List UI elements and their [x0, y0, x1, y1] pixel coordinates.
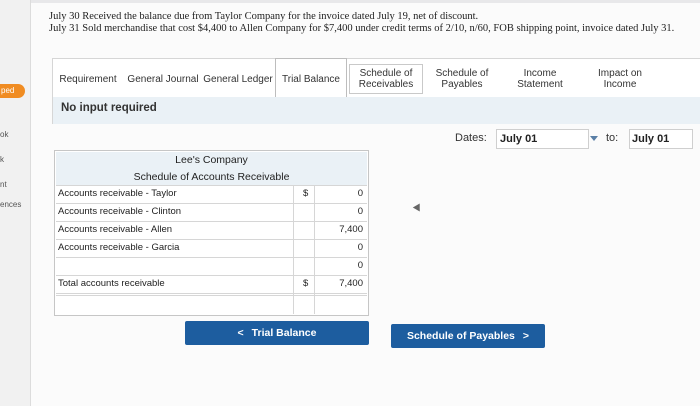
tab-requirement-label: Requirement — [59, 73, 117, 85]
tab-general-ledger[interactable]: General Ledger — [203, 59, 273, 99]
tab-general-ledger-label: General Ledger — [203, 73, 273, 85]
table-row: Accounts receivable - Allen 7,400 — [56, 222, 367, 239]
date-to-value: July 01 — [632, 133, 670, 145]
next-schedule-of-payables-button[interactable]: Schedule of Payables > — [391, 324, 545, 348]
tab-general-journal-label: General Journal — [127, 73, 199, 85]
tab-schedule-of-payables-label: Schedule of Payables — [435, 68, 489, 90]
dates-to-label: to: — [606, 132, 619, 144]
sidebar-item-2[interactable]: k — [0, 155, 4, 164]
previous-trial-balance-button[interactable]: < Trial Balance — [185, 321, 369, 345]
date-from-value: July 01 — [500, 133, 538, 145]
no-input-notice: No input required — [61, 102, 157, 114]
sidebar-item-4[interactable]: ences — [0, 200, 21, 209]
tab-trial-balance[interactable]: Trial Balance — [275, 58, 347, 100]
sidebar-status-badge[interactable]: ped — [0, 84, 25, 98]
total-label: Total accounts receivable — [58, 278, 165, 289]
sidebar-item-1[interactable]: ok — [0, 130, 8, 139]
schedule-of-receivables-table: Lee's Company Schedule of Accounts Recei… — [54, 150, 369, 316]
sidebar-item-3[interactable]: nt — [0, 180, 7, 189]
row-label: Accounts receivable - Garcia — [58, 242, 180, 253]
tab-schedule-of-receivables[interactable]: Schedule of Receivables — [349, 59, 423, 99]
table-row: Accounts receivable - Taylor $ 0 — [56, 186, 367, 203]
tab-trial-balance-label: Trial Balance — [282, 74, 340, 85]
tab-income-statement[interactable]: Income Statement — [503, 59, 577, 99]
row-label: Accounts receivable - Clinton — [58, 206, 182, 217]
dates-label: Dates: — [455, 132, 487, 144]
table-row: Accounts receivable - Clinton 0 — [56, 204, 367, 221]
top-band — [0, 0, 700, 3]
row-value: 0 — [357, 206, 363, 217]
tab-general-journal[interactable]: General Journal — [127, 59, 199, 99]
chevron-down-icon[interactable] — [590, 136, 598, 141]
schedule-title: Schedule of Accounts Receivable — [133, 171, 290, 183]
double-rule — [56, 295, 367, 296]
previous-button-label: Trial Balance — [251, 327, 317, 339]
total-dollar: $ — [303, 278, 309, 289]
row-label: Accounts receivable - Allen — [58, 224, 173, 235]
mouse-cursor-icon — [412, 203, 424, 214]
next-button-label: Schedule of Payables — [406, 330, 515, 342]
tab-bar: Requirement General Journal General Ledg… — [52, 58, 700, 100]
table-row: Accounts receivable - Garcia 0 — [56, 240, 367, 257]
row-value: 0 — [357, 242, 363, 253]
tab-schedule-of-payables[interactable]: Schedule of Payables — [427, 59, 497, 99]
tab-income-statement-label: Income Statement — [517, 68, 563, 90]
total-value: 7,400 — [339, 278, 363, 289]
total-row: Total accounts receivable $ 7,400 — [56, 276, 367, 293]
row-divider — [56, 293, 367, 294]
date-to-select[interactable]: July 01 — [629, 129, 693, 149]
schedule-company-name: Lee's Company — [175, 154, 248, 166]
problem-line-1: July 30 Received the balance due from Ta… — [49, 11, 479, 22]
tab-requirement[interactable]: Requirement — [53, 59, 123, 99]
chevron-left-icon: < — [237, 327, 244, 339]
row-value: 7,400 — [339, 224, 363, 235]
tab-schedule-of-receivables-label: Schedule of Receivables — [349, 64, 423, 94]
row-label: Accounts receivable - Taylor — [58, 188, 177, 199]
tab-impact-on-income-label: Impact on Income — [598, 68, 642, 90]
row-value: 0 — [357, 260, 363, 271]
row-value: 0 — [357, 188, 363, 199]
chevron-right-icon: > — [522, 330, 530, 342]
table-row: 0 — [56, 258, 367, 275]
sidebar: ped ok k nt ences — [0, 0, 31, 406]
date-from-select[interactable]: July 01 — [496, 129, 589, 149]
problem-line-2: July 31 Sold merchandise that cost $4,40… — [49, 23, 675, 34]
row-dollar: $ — [303, 188, 309, 199]
tab-impact-on-income[interactable]: Impact on Income — [583, 59, 657, 99]
